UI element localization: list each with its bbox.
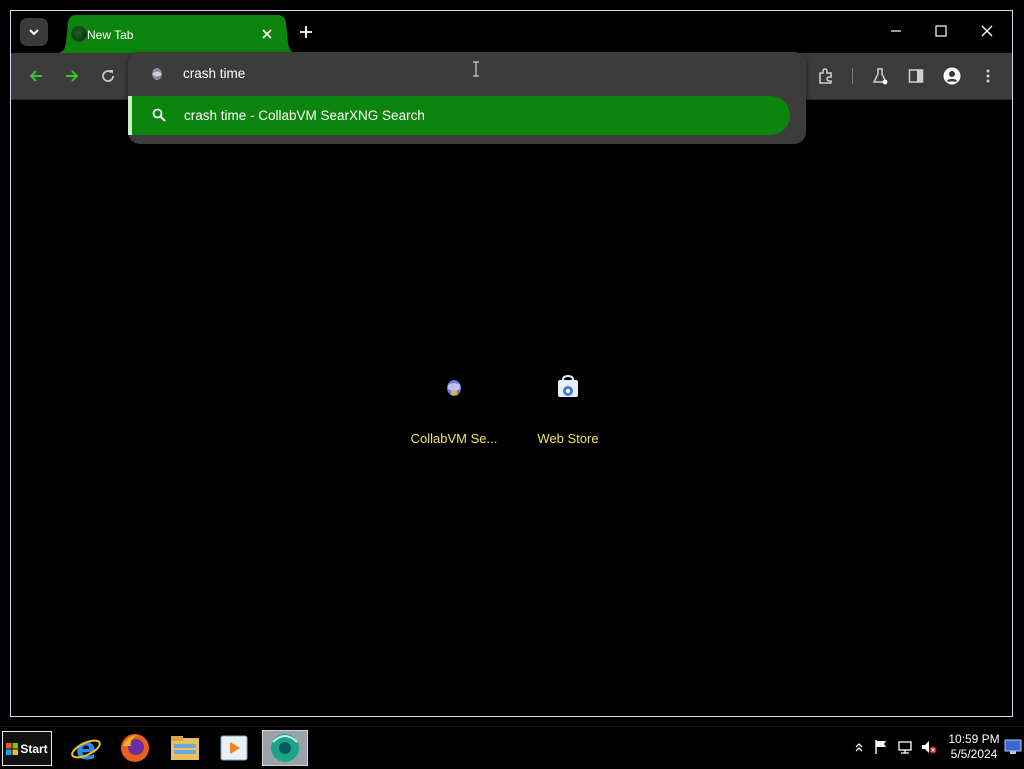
avatar-icon xyxy=(943,67,961,85)
firefox-icon xyxy=(121,734,149,762)
close-icon xyxy=(981,25,993,37)
forward-button[interactable] xyxy=(60,64,84,88)
file-explorer-icon xyxy=(171,736,199,760)
menu-button[interactable] xyxy=(976,64,1000,88)
side-panel-icon xyxy=(908,69,924,83)
reload-icon xyxy=(102,70,114,82)
tab-strip: New Tab xyxy=(11,11,1012,53)
taskbar-chromium[interactable] xyxy=(262,730,308,766)
extensions-button[interactable] xyxy=(814,64,838,88)
minimize-button[interactable] xyxy=(883,21,909,41)
taskbar-internet-explorer[interactable]: e xyxy=(66,730,106,766)
speaker-muted-icon xyxy=(922,741,937,754)
shortcut-collabvm[interactable]: CollabVM Se... xyxy=(399,373,509,453)
maximize-button[interactable] xyxy=(928,21,954,41)
text-cursor-icon xyxy=(473,61,479,77)
media-player-icon xyxy=(220,735,248,761)
internet-explorer-icon: e xyxy=(71,732,101,764)
arrow-left-icon xyxy=(29,70,42,82)
collabvm-favicon-icon xyxy=(152,68,162,80)
action-center-button[interactable] xyxy=(873,739,889,755)
tab-title: New Tab xyxy=(87,28,134,42)
close-window-button[interactable] xyxy=(974,21,1000,41)
clock-date: 5/5/2024 xyxy=(950,747,998,761)
web-store-icon xyxy=(558,374,578,397)
windows-logo-icon xyxy=(6,742,19,755)
taskbar-media-player[interactable] xyxy=(214,730,254,766)
chromium-icon xyxy=(271,734,299,762)
network-icon xyxy=(898,741,912,754)
collabvm-favicon-icon xyxy=(71,26,87,42)
chevron-down-icon xyxy=(29,29,39,36)
shortcut-web-store[interactable]: Web Store xyxy=(513,373,623,453)
taskbar: Start e 10:59 PM 5/5/2024 xyxy=(0,726,1024,769)
clock-time: 10:59 PM xyxy=(948,732,1000,746)
side-panel-button[interactable] xyxy=(904,64,928,88)
minimize-icon xyxy=(891,30,901,32)
close-icon xyxy=(262,29,272,39)
arrow-right-icon xyxy=(66,70,79,82)
network-button[interactable] xyxy=(897,739,913,755)
toolbar-divider xyxy=(852,68,853,84)
plus-icon xyxy=(300,26,312,38)
tab-close-button[interactable] xyxy=(259,26,275,42)
suggestion-text: crash time - CollabVM SearXNG Search xyxy=(184,108,425,123)
maximize-icon xyxy=(935,25,947,37)
new-tab-button[interactable] xyxy=(297,23,315,41)
omnibox-suggestion[interactable]: crash time - CollabVM SearXNG Search xyxy=(128,96,790,135)
show-desktop-icon[interactable] xyxy=(1004,739,1022,755)
address-bar-input[interactable]: crash time xyxy=(183,66,245,81)
start-label: Start xyxy=(20,741,48,756)
volume-button[interactable] xyxy=(921,739,937,755)
tab-new-tab[interactable]: New Tab xyxy=(57,15,297,53)
clock[interactable]: 10:59 PM 5/5/2024 xyxy=(944,732,1004,762)
reload-button[interactable] xyxy=(96,64,120,88)
start-button[interactable]: Start xyxy=(2,731,52,766)
flag-icon xyxy=(875,740,886,754)
chevron-up-icon xyxy=(855,743,863,752)
search-icon xyxy=(152,108,166,122)
labs-button[interactable] xyxy=(868,64,892,88)
taskbar-file-explorer[interactable] xyxy=(165,730,205,766)
shortcut-label: Web Store xyxy=(537,431,599,446)
profile-button[interactable] xyxy=(940,64,964,88)
taskbar-firefox[interactable] xyxy=(115,730,155,766)
svg-text:e: e xyxy=(76,732,96,764)
flask-icon xyxy=(872,68,888,85)
collabvm-icon xyxy=(447,380,461,396)
omnibox-dropdown: crash time crash time - CollabVM SearXNG… xyxy=(128,52,806,144)
show-hidden-icons-button[interactable] xyxy=(851,739,867,755)
kebab-menu-icon xyxy=(986,69,990,83)
shortcut-label: CollabVM Se... xyxy=(410,431,498,446)
back-button[interactable] xyxy=(24,64,48,88)
tab-search-button[interactable] xyxy=(20,18,48,46)
puzzle-icon xyxy=(819,68,832,84)
